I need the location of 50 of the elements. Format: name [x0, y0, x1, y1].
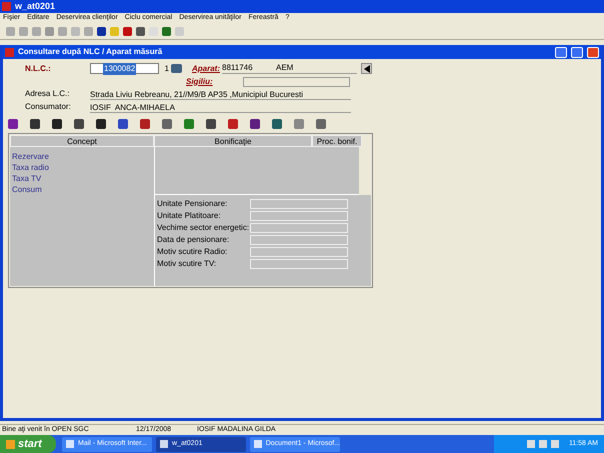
- back-arrow-button[interactable]: [361, 63, 372, 74]
- arrow-icon: [364, 64, 370, 72]
- tab-icon[interactable]: [30, 119, 40, 129]
- window-icon: [160, 440, 168, 448]
- concept-item[interactable]: Consum: [12, 184, 154, 195]
- detail-label: Unitate Pensionare:: [157, 198, 228, 210]
- detail-label: Data de pensionare:: [157, 234, 230, 246]
- tab-icon[interactable]: [8, 119, 18, 129]
- nlc-suffix: 1: [164, 62, 169, 74]
- tab-icon[interactable]: [316, 119, 326, 129]
- column-header: Concept: [10, 135, 154, 147]
- tab-icon[interactable]: [118, 119, 128, 129]
- tab-icon[interactable]: [162, 119, 172, 129]
- detail-label: Unitate Platitoare:: [157, 210, 222, 222]
- tab-icon[interactable]: [52, 119, 62, 129]
- window-icon: [66, 440, 74, 448]
- minimize-button[interactable]: [555, 46, 567, 58]
- adresa-label: Adresa L.C.:: [24, 88, 70, 100]
- aparat-link[interactable]: Aparat:: [192, 62, 222, 74]
- app-icon: [5, 48, 14, 56]
- concept-item[interactable]: Taxa radio: [12, 162, 154, 173]
- concept-item[interactable]: Taxa TV: [12, 173, 154, 184]
- app-icon: [2, 2, 11, 11]
- sigiliu-field[interactable]: [243, 76, 350, 86]
- detail-label: Vechime sector energetic:: [157, 222, 250, 234]
- concept-item[interactable]: Rezervare: [12, 151, 154, 162]
- nlc-label: N.L.C.:: [24, 62, 52, 74]
- maximize-button[interactable]: [571, 46, 583, 58]
- nlc-field[interactable]: 1300082: [90, 63, 159, 74]
- consumator-field: IOSIF ANCA-MIHAELA: [90, 102, 351, 112]
- start-button[interactable]: start: [0, 435, 56, 453]
- tab-icon[interactable]: [250, 119, 260, 129]
- detail-label: Motiv scutire Radio:: [157, 246, 228, 258]
- consumator-label: Consumator:: [24, 101, 72, 113]
- detail-label: Motiv scutire TV:: [157, 258, 218, 270]
- tab-icon[interactable]: [96, 119, 106, 129]
- child-window-title: Consultare după NLC / Aparat măsură: [18, 46, 162, 58]
- aparat-field[interactable]: 8811746 AEM: [222, 63, 357, 74]
- column-header: Bonificaţie: [154, 135, 312, 147]
- adresa-field: Strada Liviu Rebreanu, 21//M9/B AP35 ,Municipiul Bucuresti: [90, 88, 351, 100]
- column-header: Proc. bonif.: [312, 135, 362, 147]
- tab-icon[interactable]: [228, 119, 238, 129]
- close-button[interactable]: [587, 46, 599, 58]
- window-icon: [254, 440, 262, 448]
- tab-icon[interactable]: [272, 119, 282, 129]
- sigiliu-link[interactable]: Sigiliu:: [186, 76, 243, 88]
- tab-icon[interactable]: [74, 119, 84, 129]
- window-title: w_at0201: [15, 0, 56, 13]
- tab-icon[interactable]: [140, 119, 150, 129]
- tab-icon[interactable]: [206, 119, 216, 129]
